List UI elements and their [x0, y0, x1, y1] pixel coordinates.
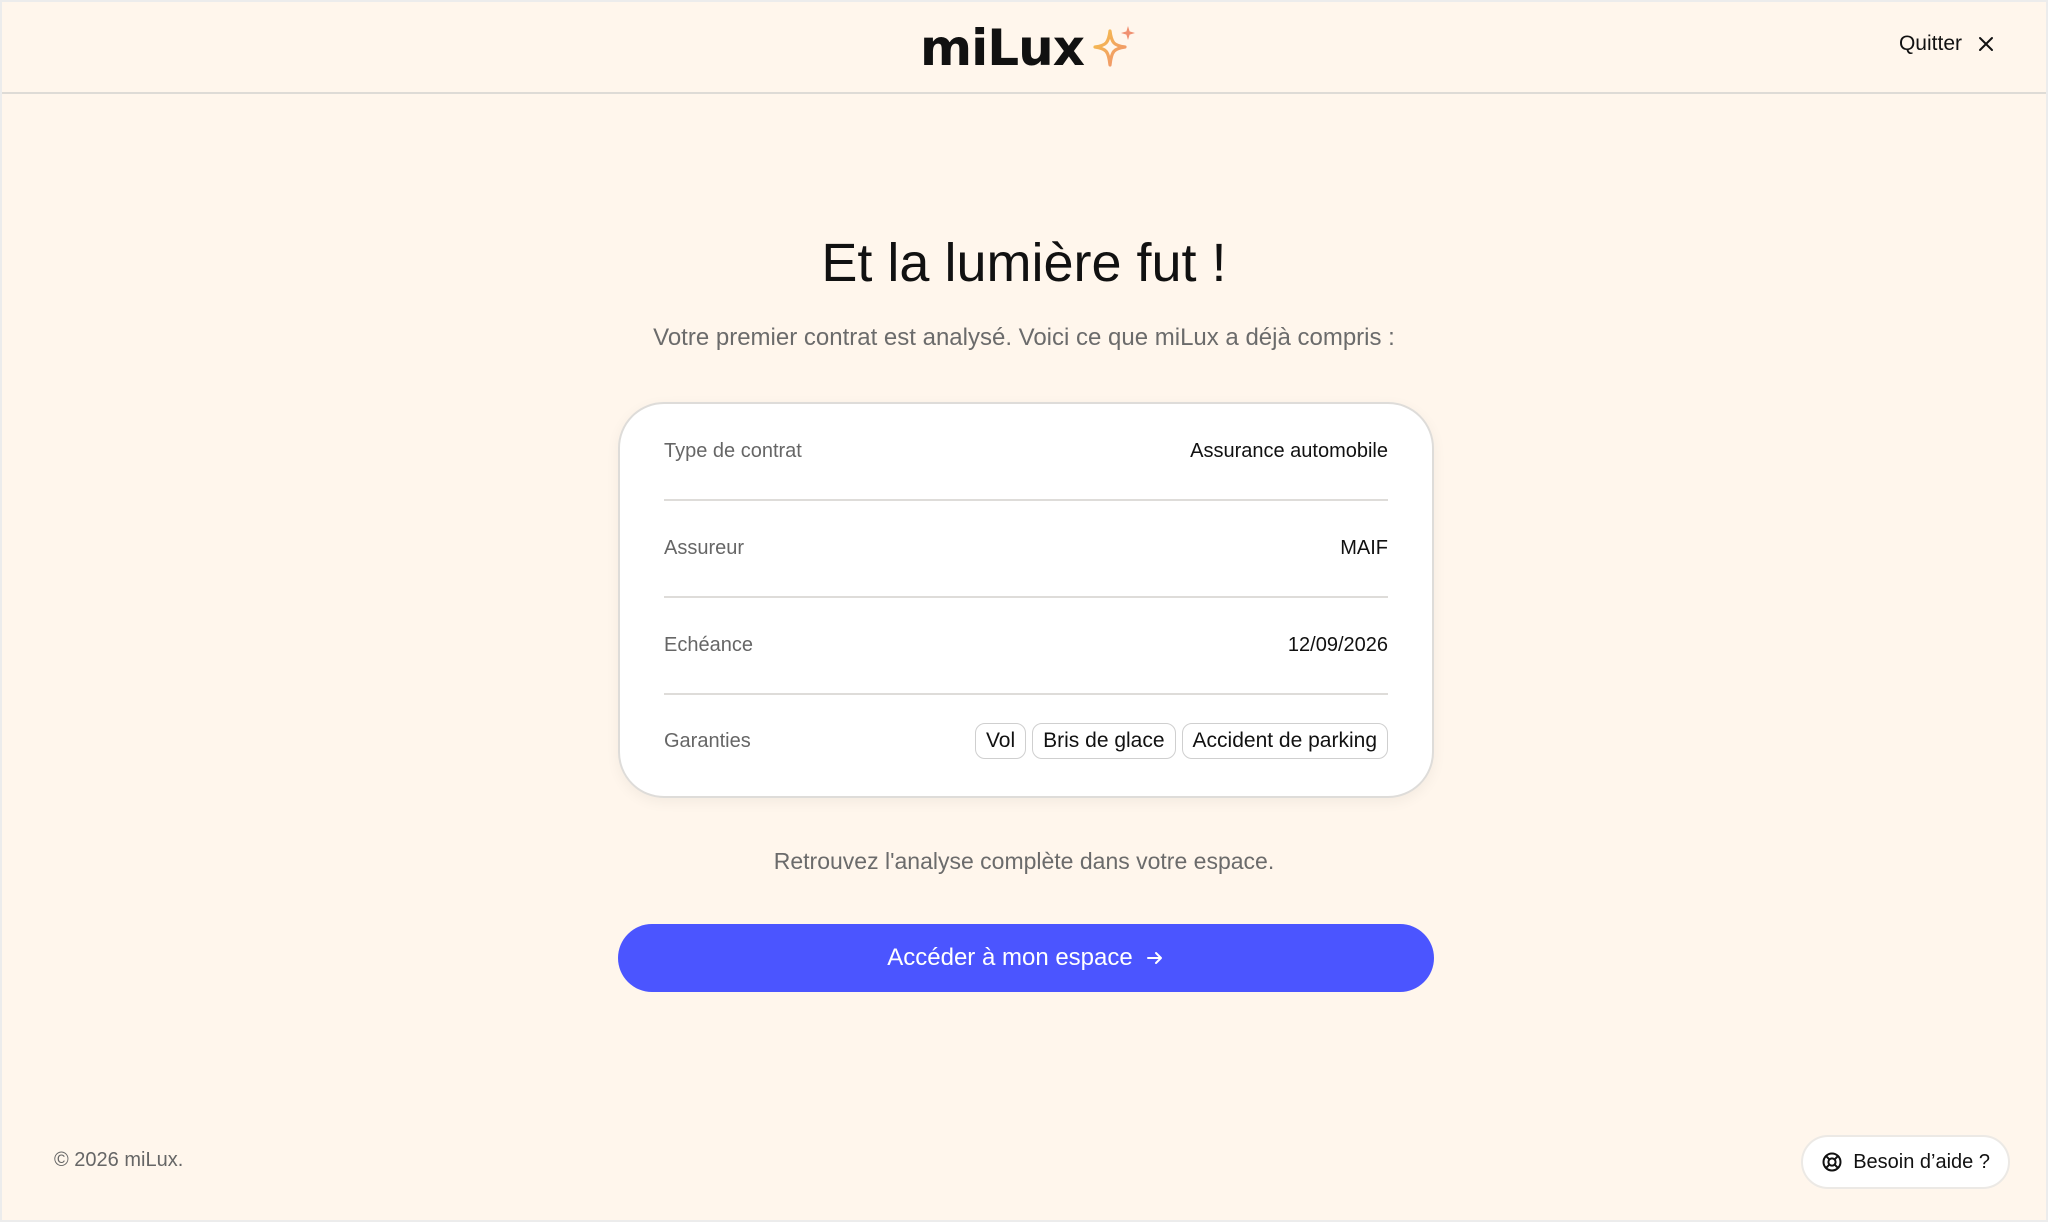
- sparkle-icon: [1093, 26, 1135, 67]
- copyright: © 2026 miLux.: [54, 1149, 184, 1171]
- insurer-value: MAIF: [1340, 537, 1388, 559]
- page-subtitle: Votre premier contrat est analysé. Voici…: [653, 324, 1395, 351]
- quit-label: Quitter: [1898, 32, 1962, 55]
- access-space-button[interactable]: Accéder à mon espace: [618, 924, 1434, 992]
- contract-summary-card: Type de contrat Assurance automobile Ass…: [618, 402, 1434, 798]
- guarantee-tag: Accident de parking: [1181, 723, 1388, 759]
- quit-button[interactable]: Quitter: [1899, 32, 1994, 56]
- summary-row-insurer: Assureur MAIF: [664, 501, 1388, 598]
- page-title: Et la lumière fut !: [821, 233, 1227, 293]
- guarantee-tag: Bris de glace: [1032, 723, 1176, 759]
- help-label: Besoin d’aide ?: [1853, 1150, 1990, 1173]
- top-bar: miLux Quitter: [2, 2, 2046, 94]
- full-analysis-note: Retrouvez l'analyse complète dans votre …: [773, 848, 1275, 874]
- summary-row-guarantees: Garanties Vol Bris de glace Accident de …: [664, 695, 1388, 787]
- onboarding-page: miLux Quitter Et la lumière fut ! Votre …: [0, 0, 2048, 1222]
- guarantee-tag: Vol: [974, 723, 1027, 759]
- close-icon: [1979, 37, 1993, 51]
- insurer-label: Assureur: [664, 537, 745, 559]
- access-space-label: Accéder à mon espace: [887, 944, 1133, 971]
- guarantees-tags: Vol Bris de glace Accident de parking: [974, 723, 1388, 759]
- due-date-value: 12/09/2026: [1287, 634, 1388, 656]
- due-date-label: Echéance: [664, 634, 753, 656]
- contract-type-label: Type de contrat: [664, 440, 802, 462]
- logo-text: miLux: [920, 19, 1085, 77]
- summary-row-contract-type: Type de contrat Assurance automobile: [664, 404, 1388, 501]
- arrow-right-icon: [1146, 952, 1162, 964]
- logo: miLux: [920, 19, 1140, 77]
- help-button[interactable]: Besoin d’aide ?: [1801, 1135, 2010, 1189]
- summary-row-due-date: Echéance 12/09/2026: [664, 598, 1388, 695]
- guarantees-label: Garanties: [664, 729, 751, 752]
- lifebuoy-icon: [1822, 1152, 1842, 1172]
- contract-type-value: Assurance automobile: [1190, 440, 1388, 462]
